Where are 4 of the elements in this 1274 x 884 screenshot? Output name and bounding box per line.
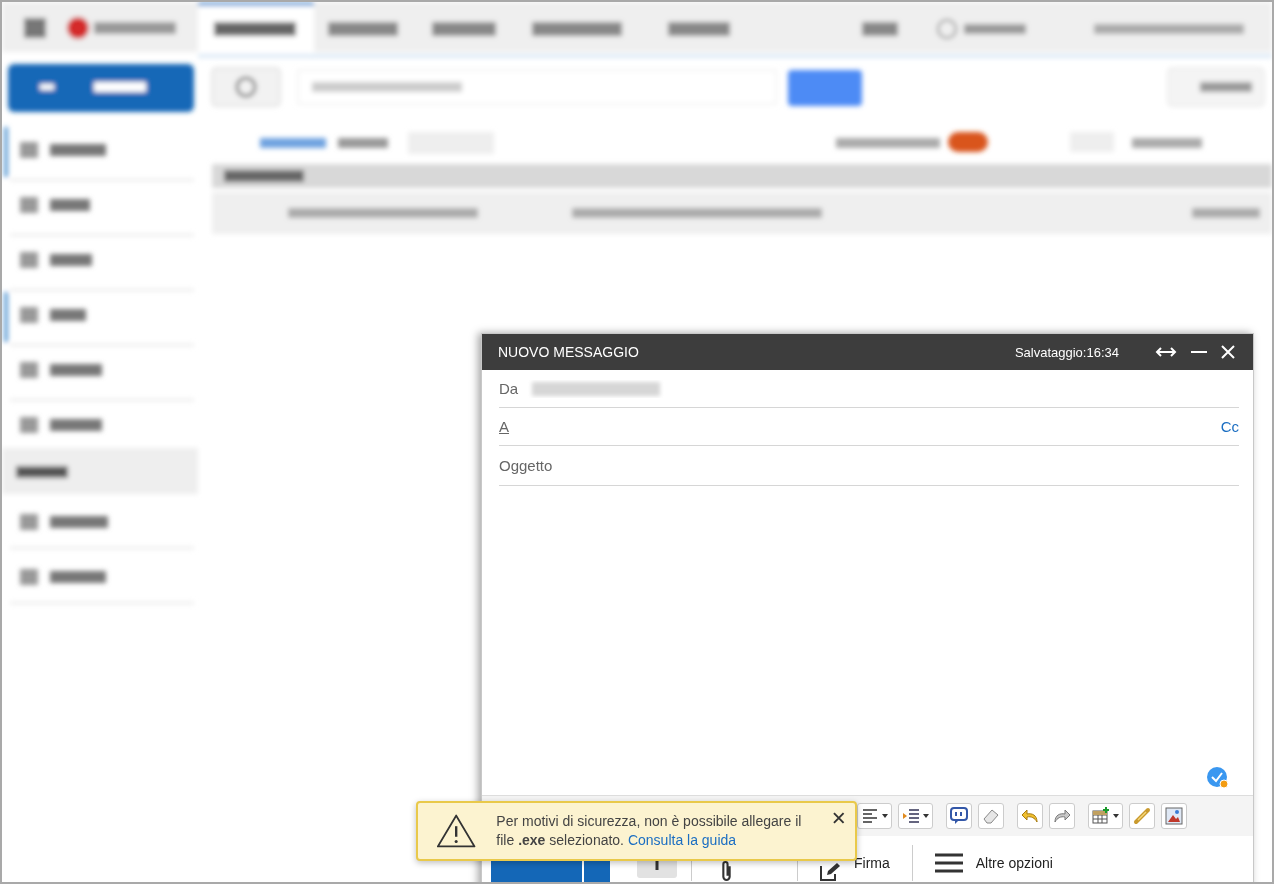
save-status: Salvataggio:16:34 [1014, 344, 1119, 360]
window-title: NUOVO MESSAGGIO [498, 344, 640, 360]
field-label: Da [499, 380, 519, 397]
field-label: Oggetto [499, 457, 553, 474]
